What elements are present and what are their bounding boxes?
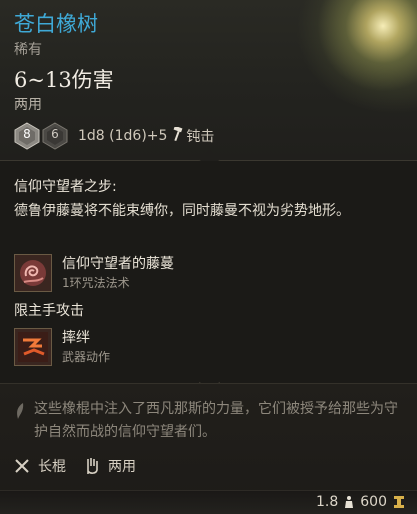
item-rarity: 稀有 [14,42,42,58]
tooltip-body: 信仰守望者之步: 德鲁伊藤蔓将不能束缚你，同时藤曼不视为劣势地形。 信仰守望者的… [0,161,417,383]
tag-quarterstaff: 长棍 [14,456,66,476]
vine-spell-icon [14,254,52,292]
tag-label: 长棍 [38,459,66,475]
dice-formula-row: 1d8 (1d6)+5 钝击 [78,125,215,146]
passive-title: 信仰守望者之步: [14,179,117,195]
tooltip-header: 苍白橡树 稀有 6~13伤害 两用 8 6 1d8 (1d6)+5 钝击 [0,0,417,161]
flavor-block: 这些橡棍中注入了西凡那斯的力量，它们被授予给那些为守护自然而战的信仰守望者们。 [14,398,409,444]
damage-dice-row: 8 6 1d8 (1d6)+5 钝击 [14,120,214,152]
d8-value: 8 [23,127,31,141]
weight-icon [344,495,354,509]
weight-value: 1.8 [316,494,339,510]
item-glow-art [317,0,417,92]
item-name: 苍白橡树 [14,12,98,36]
offhand-restriction-label: 限主手攻击 [14,303,84,319]
crossed-staff-icon [14,458,30,474]
quill-icon [14,402,28,444]
stats-bar: 1.8 600 [0,490,417,514]
gold-icon [393,495,405,509]
d6-value: 6 [51,127,59,141]
d6-dice-icon: 6 [42,122,68,150]
ability-subtitle: 武器动作 [62,350,111,364]
item-stats: 1.8 600 [316,494,411,510]
passive-description: 德鲁伊藤蔓将不能束缚你，同时藤曼不视为劣势地形。 [14,203,350,219]
d8-dice-icon: 8 [14,122,40,150]
tag-label: 两用 [108,459,136,475]
item-tooltip: 苍白橡树 稀有 6~13伤害 两用 8 6 1d8 (1d6)+5 钝击 信仰守… [0,0,417,514]
dice-formula: 1d8 (1d6)+5 [78,128,168,144]
hand-icon [84,457,100,475]
ability-name: 摔绊 [62,330,90,346]
item-tags: 长棍 两用 [14,456,154,476]
damage-range: 6~13伤害 [14,68,114,92]
ability-row-vines[interactable]: 信仰守望者的藤蔓 1环咒法法术 [14,253,174,293]
gold-value: 600 [360,494,387,510]
tooltip-footer: 这些橡棍中注入了西凡那斯的力量，它们被授予给那些为守护自然而战的信仰守望者们。 … [0,383,417,514]
damage-type: 钝击 [186,129,215,145]
ability-row-topple[interactable]: 摔绊 武器动作 [14,327,110,367]
tag-versatile: 两用 [84,456,136,476]
ability-subtitle: 1环咒法法术 [62,276,130,290]
flavor-text: 这些橡棍中注入了西凡那斯的力量，它们被授予给那些为守护自然而战的信仰守望者们。 [34,401,398,440]
handedness: 两用 [14,97,42,113]
ability-name: 信仰守望者的藤蔓 [62,256,174,272]
hammer-icon [171,125,183,145]
topple-icon [14,328,52,366]
